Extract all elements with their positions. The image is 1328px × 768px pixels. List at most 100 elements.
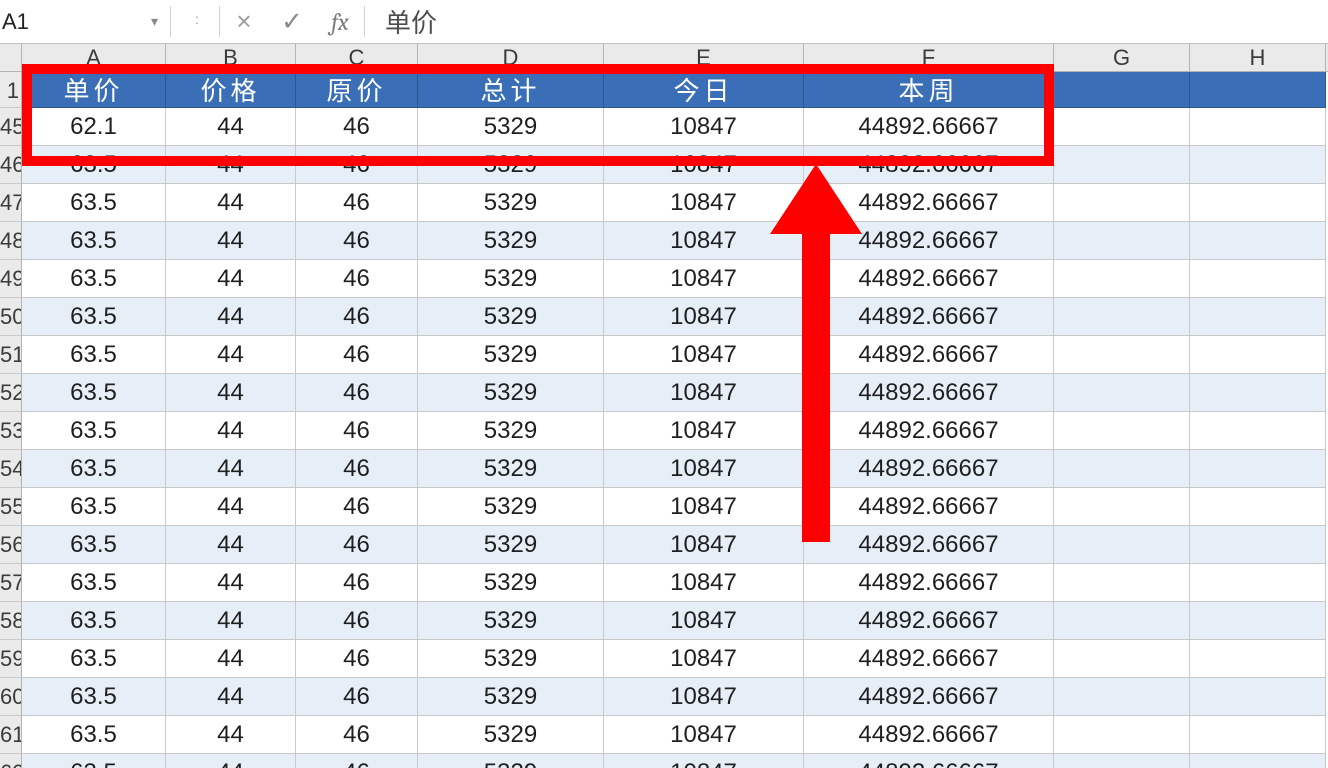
- cell[interactable]: 44: [166, 754, 296, 768]
- cell[interactable]: 44: [166, 374, 296, 412]
- cell[interactable]: 5329: [418, 146, 604, 184]
- column-header-G[interactable]: G: [1054, 44, 1190, 71]
- cell[interactable]: 5329: [418, 336, 604, 374]
- header-cell[interactable]: 今日: [604, 72, 804, 108]
- cell[interactable]: 46: [296, 602, 418, 640]
- cell[interactable]: 44: [166, 526, 296, 564]
- cell[interactable]: 10847: [604, 260, 804, 298]
- cell[interactable]: [1190, 678, 1326, 716]
- cell[interactable]: 44892.66667: [804, 336, 1054, 374]
- row-header[interactable]: 61: [0, 716, 22, 754]
- cell[interactable]: 44: [166, 146, 296, 184]
- cell[interactable]: 10847: [604, 184, 804, 222]
- cell[interactable]: 10847: [604, 640, 804, 678]
- cancel-formula-button[interactable]: ×: [220, 0, 268, 43]
- cell[interactable]: [1054, 716, 1190, 754]
- cell[interactable]: 46: [296, 108, 418, 146]
- row-header[interactable]: 50: [0, 298, 22, 336]
- cell[interactable]: 63.5: [22, 146, 166, 184]
- cell[interactable]: [1190, 374, 1326, 412]
- header-cell[interactable]: [1190, 72, 1326, 108]
- row-header[interactable]: 49: [0, 260, 22, 298]
- cell[interactable]: 5329: [418, 716, 604, 754]
- column-header-C[interactable]: C: [296, 44, 418, 71]
- cell[interactable]: 44892.66667: [804, 298, 1054, 336]
- name-box-dropdown-icon[interactable]: ▾: [145, 13, 164, 30]
- cell[interactable]: 46: [296, 412, 418, 450]
- cell[interactable]: 46: [296, 146, 418, 184]
- cell[interactable]: 44: [166, 108, 296, 146]
- cell[interactable]: 10847: [604, 754, 804, 768]
- header-cell[interactable]: 原价: [296, 72, 418, 108]
- header-cell[interactable]: 本周: [804, 72, 1054, 108]
- cell[interactable]: [1054, 640, 1190, 678]
- cell[interactable]: 44892.66667: [804, 564, 1054, 602]
- cell[interactable]: [1054, 108, 1190, 146]
- cell[interactable]: [1054, 260, 1190, 298]
- cell[interactable]: 5329: [418, 260, 604, 298]
- cell[interactable]: [1054, 412, 1190, 450]
- row-header[interactable]: 54: [0, 450, 22, 488]
- cell[interactable]: 46: [296, 526, 418, 564]
- cell[interactable]: 44892.66667: [804, 222, 1054, 260]
- row-header[interactable]: 58: [0, 602, 22, 640]
- cell[interactable]: 44: [166, 184, 296, 222]
- cell[interactable]: 63.5: [22, 564, 166, 602]
- cell[interactable]: [1054, 602, 1190, 640]
- cell[interactable]: 63.5: [22, 754, 166, 768]
- cell[interactable]: 5329: [418, 602, 604, 640]
- cell[interactable]: 5329: [418, 640, 604, 678]
- cell[interactable]: [1054, 564, 1190, 602]
- cell[interactable]: 46: [296, 754, 418, 768]
- cell[interactable]: 46: [296, 336, 418, 374]
- cell[interactable]: 44: [166, 640, 296, 678]
- cell[interactable]: [1054, 336, 1190, 374]
- row-header[interactable]: 55: [0, 488, 22, 526]
- cell[interactable]: 44: [166, 602, 296, 640]
- cell[interactable]: 46: [296, 488, 418, 526]
- cell[interactable]: 46: [296, 184, 418, 222]
- cell[interactable]: 44892.66667: [804, 108, 1054, 146]
- formula-input[interactable]: 单价: [365, 0, 1328, 43]
- header-cell[interactable]: 单价: [22, 72, 166, 108]
- cell[interactable]: 10847: [604, 222, 804, 260]
- cell[interactable]: [1054, 678, 1190, 716]
- cell[interactable]: [1190, 564, 1326, 602]
- cell[interactable]: 10847: [604, 336, 804, 374]
- row-header[interactable]: 56: [0, 526, 22, 564]
- cell[interactable]: 46: [296, 640, 418, 678]
- cell[interactable]: [1054, 526, 1190, 564]
- cell[interactable]: 44: [166, 564, 296, 602]
- cell[interactable]: 5329: [418, 526, 604, 564]
- cell[interactable]: 44892.66667: [804, 678, 1054, 716]
- cell[interactable]: 10847: [604, 564, 804, 602]
- column-header-B[interactable]: B: [166, 44, 296, 71]
- cell[interactable]: 63.5: [22, 222, 166, 260]
- cell[interactable]: 63.5: [22, 602, 166, 640]
- row-header[interactable]: 48: [0, 222, 22, 260]
- cell[interactable]: 63.5: [22, 374, 166, 412]
- row-header[interactable]: 62: [0, 754, 22, 768]
- column-header-F[interactable]: F: [804, 44, 1054, 71]
- cell[interactable]: 5329: [418, 184, 604, 222]
- confirm-formula-button[interactable]: ✓: [268, 0, 316, 43]
- cell[interactable]: 63.5: [22, 526, 166, 564]
- cell[interactable]: 46: [296, 374, 418, 412]
- column-header-E[interactable]: E: [604, 44, 804, 71]
- cell[interactable]: 44: [166, 222, 296, 260]
- cell[interactable]: 63.5: [22, 450, 166, 488]
- cell[interactable]: 46: [296, 678, 418, 716]
- insert-function-button[interactable]: fx: [316, 0, 364, 43]
- name-box[interactable]: A1 ▾: [0, 0, 170, 43]
- cell[interactable]: 46: [296, 260, 418, 298]
- cell[interactable]: 63.5: [22, 184, 166, 222]
- row-header[interactable]: 53: [0, 412, 22, 450]
- row-header[interactable]: 60: [0, 678, 22, 716]
- header-cell[interactable]: [1054, 72, 1190, 108]
- cell[interactable]: [1054, 298, 1190, 336]
- cell[interactable]: [1190, 222, 1326, 260]
- column-header-A[interactable]: A: [22, 44, 166, 71]
- cell[interactable]: 5329: [418, 488, 604, 526]
- cell[interactable]: 44: [166, 412, 296, 450]
- header-cell[interactable]: 总计: [418, 72, 604, 108]
